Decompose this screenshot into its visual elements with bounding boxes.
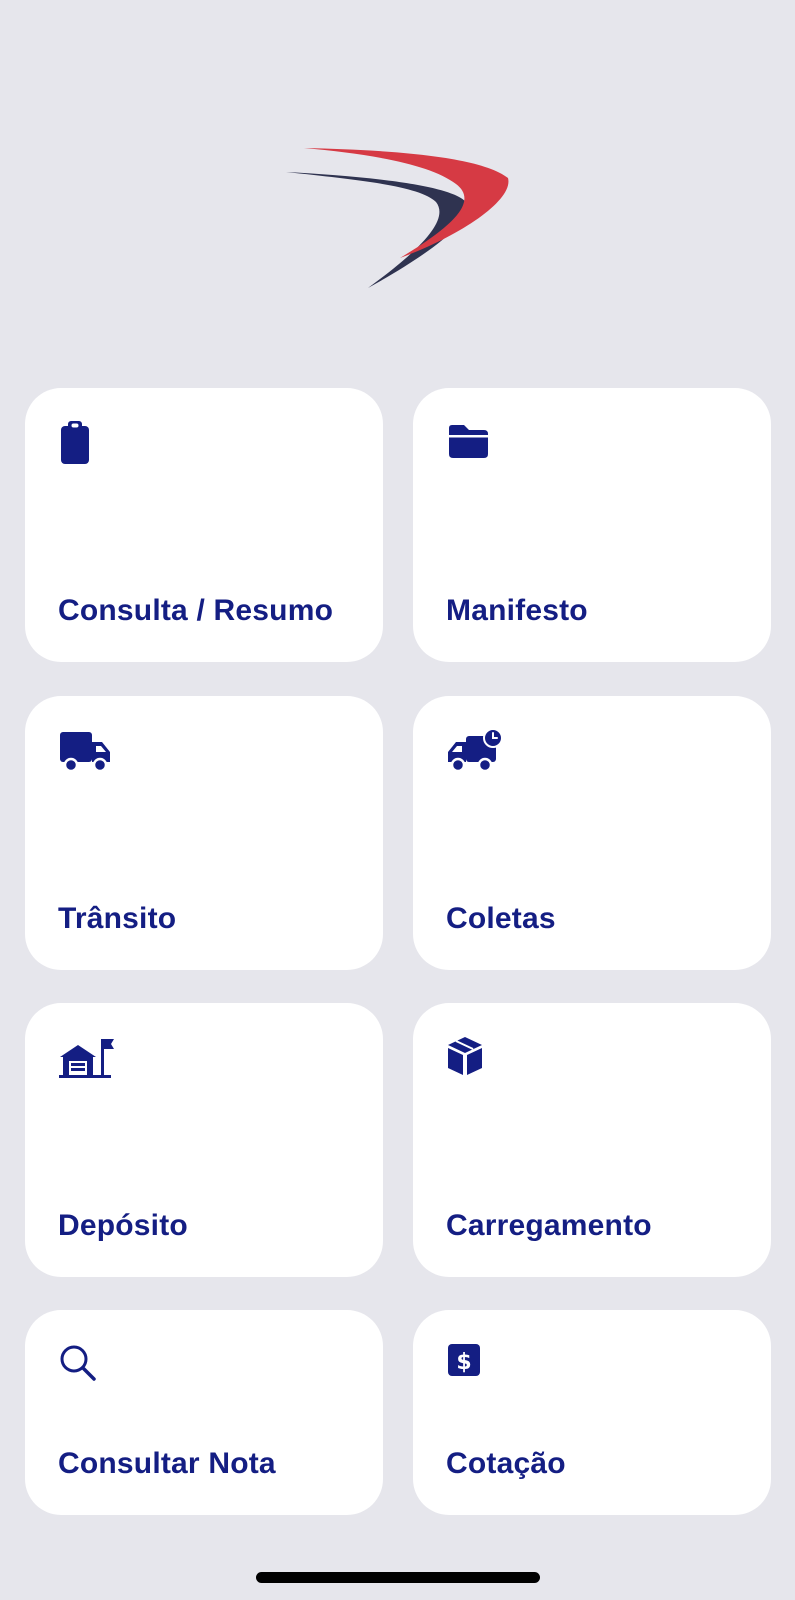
home-indicator[interactable] <box>256 1572 540 1583</box>
svg-text:$: $ <box>456 1350 471 1375</box>
menu-card-manifesto[interactable]: Manifesto <box>413 388 771 662</box>
menu-card-label: Cotação <box>446 1447 566 1480</box>
menu-card-carregamento[interactable]: Carregamento <box>413 1003 771 1277</box>
dollar-sign-icon: $ <box>446 1342 498 1386</box>
menu-card-label: Trânsito <box>58 902 177 935</box>
brand-logo <box>280 140 520 300</box>
menu-card-consulta-resumo[interactable]: Consulta / Resumo <box>25 388 383 662</box>
clipboard-icon <box>58 420 110 464</box>
logo-red-swoosh <box>304 148 509 258</box>
menu-card-label: Consulta / Resumo <box>58 594 334 627</box>
menu-card-consultar-nota[interactable]: Consultar Nota <box>25 1310 383 1515</box>
menu-card-label: Depósito <box>58 1209 188 1242</box>
menu-card-label: Carregamento <box>446 1209 652 1242</box>
menu-card-label: Consultar Nota <box>58 1447 276 1480</box>
menu-card-label: Coletas <box>446 902 556 935</box>
brand-swoosh-logo <box>286 148 509 288</box>
truck-clock-icon <box>446 728 503 773</box>
box-icon <box>446 1035 498 1079</box>
warehouse-flag-icon <box>58 1035 114 1079</box>
folder-icon <box>446 420 498 464</box>
menu-card-coletas[interactable]: Coletas <box>413 696 771 970</box>
menu-card-transito[interactable]: Trânsito <box>25 696 383 970</box>
menu-card-deposito[interactable]: Depósito <box>25 1003 383 1277</box>
search-icon <box>58 1342 110 1386</box>
menu-card-label: Manifesto <box>446 594 588 627</box>
logo-navy-swoosh <box>286 172 468 288</box>
menu-card-cotacao[interactable]: $ Cotação <box>413 1310 771 1515</box>
truck-icon <box>58 728 110 773</box>
